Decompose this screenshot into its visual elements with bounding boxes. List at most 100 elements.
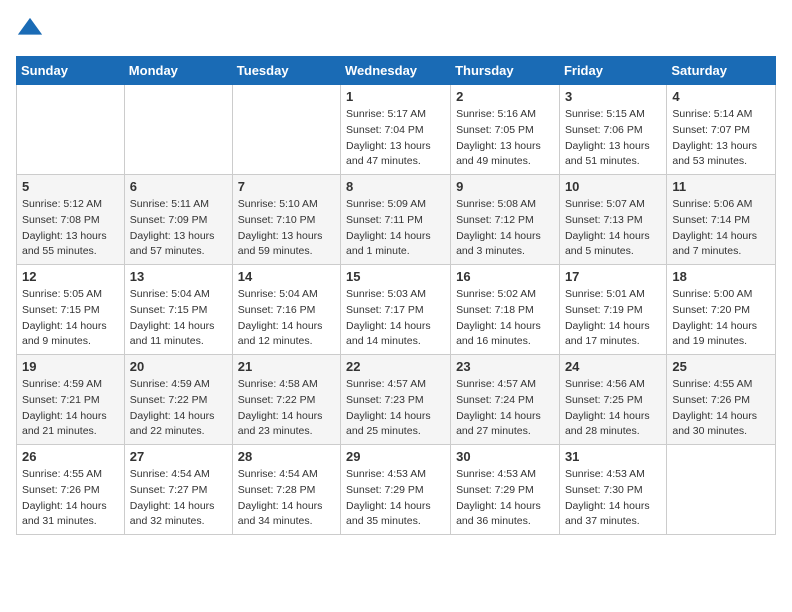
calendar-cell: 30 Sunrise: 4:53 AMSunset: 7:29 PMDaylig… — [451, 445, 560, 535]
calendar-week-row: 1 Sunrise: 5:17 AMSunset: 7:04 PMDayligh… — [17, 85, 776, 175]
day-number: 17 — [565, 269, 661, 284]
calendar-cell: 8 Sunrise: 5:09 AMSunset: 7:11 PMDayligh… — [341, 175, 451, 265]
calendar-cell: 14 Sunrise: 5:04 AMSunset: 7:16 PMDaylig… — [232, 265, 340, 355]
day-number: 2 — [456, 89, 554, 104]
calendar-header-row: SundayMondayTuesdayWednesdayThursdayFrid… — [17, 57, 776, 85]
calendar-cell: 3 Sunrise: 5:15 AMSunset: 7:06 PMDayligh… — [559, 85, 666, 175]
day-number: 19 — [22, 359, 119, 374]
day-number: 8 — [346, 179, 445, 194]
day-number: 10 — [565, 179, 661, 194]
logo-icon — [16, 16, 44, 44]
day-number: 24 — [565, 359, 661, 374]
calendar-cell: 17 Sunrise: 5:01 AMSunset: 7:19 PMDaylig… — [559, 265, 666, 355]
day-number: 1 — [346, 89, 445, 104]
calendar-cell: 24 Sunrise: 4:56 AMSunset: 7:25 PMDaylig… — [559, 355, 666, 445]
day-number: 9 — [456, 179, 554, 194]
calendar-cell: 20 Sunrise: 4:59 AMSunset: 7:22 PMDaylig… — [124, 355, 232, 445]
calendar-cell — [124, 85, 232, 175]
calendar-cell: 21 Sunrise: 4:58 AMSunset: 7:22 PMDaylig… — [232, 355, 340, 445]
day-info: Sunrise: 4:57 AMSunset: 7:23 PMDaylight:… — [346, 377, 445, 440]
calendar-cell: 18 Sunrise: 5:00 AMSunset: 7:20 PMDaylig… — [667, 265, 776, 355]
day-header-friday: Friday — [559, 57, 666, 85]
day-info: Sunrise: 4:57 AMSunset: 7:24 PMDaylight:… — [456, 377, 554, 440]
calendar-week-row: 12 Sunrise: 5:05 AMSunset: 7:15 PMDaylig… — [17, 265, 776, 355]
calendar-cell: 16 Sunrise: 5:02 AMSunset: 7:18 PMDaylig… — [451, 265, 560, 355]
page-header — [16, 16, 776, 44]
calendar-cell — [667, 445, 776, 535]
day-header-saturday: Saturday — [667, 57, 776, 85]
day-info: Sunrise: 5:02 AMSunset: 7:18 PMDaylight:… — [456, 287, 554, 350]
calendar-cell: 2 Sunrise: 5:16 AMSunset: 7:05 PMDayligh… — [451, 85, 560, 175]
day-info: Sunrise: 5:11 AMSunset: 7:09 PMDaylight:… — [130, 197, 227, 260]
day-info: Sunrise: 5:17 AMSunset: 7:04 PMDaylight:… — [346, 107, 445, 170]
calendar-cell: 22 Sunrise: 4:57 AMSunset: 7:23 PMDaylig… — [341, 355, 451, 445]
day-info: Sunrise: 5:03 AMSunset: 7:17 PMDaylight:… — [346, 287, 445, 350]
calendar-cell: 28 Sunrise: 4:54 AMSunset: 7:28 PMDaylig… — [232, 445, 340, 535]
day-number: 11 — [672, 179, 770, 194]
day-info: Sunrise: 4:58 AMSunset: 7:22 PMDaylight:… — [238, 377, 335, 440]
day-info: Sunrise: 5:10 AMSunset: 7:10 PMDaylight:… — [238, 197, 335, 260]
calendar-cell: 11 Sunrise: 5:06 AMSunset: 7:14 PMDaylig… — [667, 175, 776, 265]
calendar-week-row: 19 Sunrise: 4:59 AMSunset: 7:21 PMDaylig… — [17, 355, 776, 445]
day-info: Sunrise: 5:00 AMSunset: 7:20 PMDaylight:… — [672, 287, 770, 350]
calendar-cell: 7 Sunrise: 5:10 AMSunset: 7:10 PMDayligh… — [232, 175, 340, 265]
day-number: 3 — [565, 89, 661, 104]
day-info: Sunrise: 4:55 AMSunset: 7:26 PMDaylight:… — [22, 467, 119, 530]
calendar-cell: 19 Sunrise: 4:59 AMSunset: 7:21 PMDaylig… — [17, 355, 125, 445]
calendar-cell: 12 Sunrise: 5:05 AMSunset: 7:15 PMDaylig… — [17, 265, 125, 355]
day-number: 25 — [672, 359, 770, 374]
day-header-monday: Monday — [124, 57, 232, 85]
day-number: 12 — [22, 269, 119, 284]
logo — [16, 16, 46, 44]
calendar-cell: 31 Sunrise: 4:53 AMSunset: 7:30 PMDaylig… — [559, 445, 666, 535]
calendar-cell: 5 Sunrise: 5:12 AMSunset: 7:08 PMDayligh… — [17, 175, 125, 265]
calendar-cell: 1 Sunrise: 5:17 AMSunset: 7:04 PMDayligh… — [341, 85, 451, 175]
day-number: 5 — [22, 179, 119, 194]
calendar-cell: 27 Sunrise: 4:54 AMSunset: 7:27 PMDaylig… — [124, 445, 232, 535]
calendar-cell: 26 Sunrise: 4:55 AMSunset: 7:26 PMDaylig… — [17, 445, 125, 535]
day-info: Sunrise: 4:53 AMSunset: 7:29 PMDaylight:… — [346, 467, 445, 530]
calendar-cell: 6 Sunrise: 5:11 AMSunset: 7:09 PMDayligh… — [124, 175, 232, 265]
day-number: 20 — [130, 359, 227, 374]
day-info: Sunrise: 5:16 AMSunset: 7:05 PMDaylight:… — [456, 107, 554, 170]
day-number: 13 — [130, 269, 227, 284]
day-number: 23 — [456, 359, 554, 374]
calendar-week-row: 5 Sunrise: 5:12 AMSunset: 7:08 PMDayligh… — [17, 175, 776, 265]
day-info: Sunrise: 5:07 AMSunset: 7:13 PMDaylight:… — [565, 197, 661, 260]
day-number: 14 — [238, 269, 335, 284]
day-info: Sunrise: 4:53 AMSunset: 7:29 PMDaylight:… — [456, 467, 554, 530]
day-info: Sunrise: 4:56 AMSunset: 7:25 PMDaylight:… — [565, 377, 661, 440]
day-info: Sunrise: 4:59 AMSunset: 7:22 PMDaylight:… — [130, 377, 227, 440]
day-info: Sunrise: 5:06 AMSunset: 7:14 PMDaylight:… — [672, 197, 770, 260]
day-info: Sunrise: 5:01 AMSunset: 7:19 PMDaylight:… — [565, 287, 661, 350]
day-header-tuesday: Tuesday — [232, 57, 340, 85]
day-info: Sunrise: 5:14 AMSunset: 7:07 PMDaylight:… — [672, 107, 770, 170]
day-number: 21 — [238, 359, 335, 374]
calendar-cell: 15 Sunrise: 5:03 AMSunset: 7:17 PMDaylig… — [341, 265, 451, 355]
day-number: 26 — [22, 449, 119, 464]
day-number: 30 — [456, 449, 554, 464]
day-number: 6 — [130, 179, 227, 194]
day-header-sunday: Sunday — [17, 57, 125, 85]
calendar-cell: 23 Sunrise: 4:57 AMSunset: 7:24 PMDaylig… — [451, 355, 560, 445]
calendar-table: SundayMondayTuesdayWednesdayThursdayFrid… — [16, 56, 776, 535]
calendar-cell: 9 Sunrise: 5:08 AMSunset: 7:12 PMDayligh… — [451, 175, 560, 265]
calendar-cell — [232, 85, 340, 175]
day-info: Sunrise: 5:04 AMSunset: 7:16 PMDaylight:… — [238, 287, 335, 350]
calendar-cell: 4 Sunrise: 5:14 AMSunset: 7:07 PMDayligh… — [667, 85, 776, 175]
calendar-week-row: 26 Sunrise: 4:55 AMSunset: 7:26 PMDaylig… — [17, 445, 776, 535]
day-info: Sunrise: 5:08 AMSunset: 7:12 PMDaylight:… — [456, 197, 554, 260]
day-header-thursday: Thursday — [451, 57, 560, 85]
day-number: 4 — [672, 89, 770, 104]
calendar-cell — [17, 85, 125, 175]
day-info: Sunrise: 4:54 AMSunset: 7:28 PMDaylight:… — [238, 467, 335, 530]
day-info: Sunrise: 5:05 AMSunset: 7:15 PMDaylight:… — [22, 287, 119, 350]
calendar-cell: 29 Sunrise: 4:53 AMSunset: 7:29 PMDaylig… — [341, 445, 451, 535]
calendar-cell: 10 Sunrise: 5:07 AMSunset: 7:13 PMDaylig… — [559, 175, 666, 265]
day-number: 15 — [346, 269, 445, 284]
day-info: Sunrise: 5:15 AMSunset: 7:06 PMDaylight:… — [565, 107, 661, 170]
day-number: 28 — [238, 449, 335, 464]
day-number: 27 — [130, 449, 227, 464]
day-info: Sunrise: 4:55 AMSunset: 7:26 PMDaylight:… — [672, 377, 770, 440]
day-info: Sunrise: 5:04 AMSunset: 7:15 PMDaylight:… — [130, 287, 227, 350]
